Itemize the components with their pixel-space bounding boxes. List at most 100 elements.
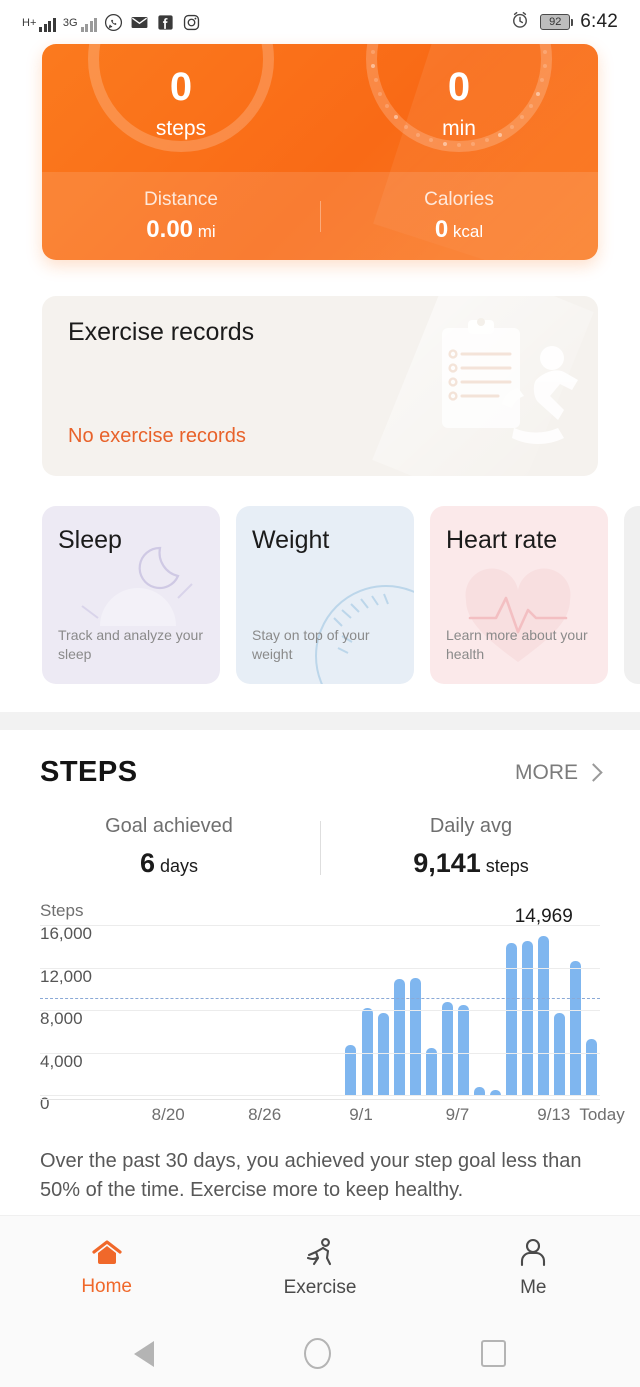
chart-x-tick-label: 9/7	[445, 1105, 470, 1124]
daily-activity-card[interactable]: 0 steps 0 min Distance 0.00 mi Calories …	[42, 44, 598, 260]
chart-x-tick-label: 8/26	[248, 1105, 282, 1124]
feature-cards-row[interactable]: Sleep Track and analyze your sleep Weigh…	[0, 506, 640, 684]
home-circle-icon[interactable]	[304, 1338, 331, 1369]
status-bar-clock: 6:42	[580, 11, 618, 32]
chart-x-axis: 8/20 8/26 9/1 9/7 9/13 Today	[40, 1099, 625, 1131]
hero-metrics-row: Distance 0.00 mi Calories 0 kcal	[42, 172, 598, 260]
daily-avg-value-row: 9,141 steps	[320, 848, 622, 879]
chart-bar[interactable]	[377, 1013, 389, 1095]
chart-x-tick-label: 9/1	[349, 1105, 373, 1124]
goal-achieved-value: 6	[139, 848, 155, 878]
chart-bar[interactable]	[425, 1048, 437, 1095]
daily-avg-stat: Daily avg 9,141 steps	[320, 815, 622, 879]
chart-bar[interactable]	[409, 978, 421, 1095]
goal-achieved-value-row: 6 days	[18, 848, 320, 879]
steps-header: STEPS MORE	[0, 756, 640, 789]
chart-bar[interactable]	[441, 1001, 453, 1095]
steps-summary-text: Over the past 30 days, you achieved your…	[40, 1150, 582, 1201]
tab-home[interactable]: Home	[0, 1238, 213, 1298]
chart-plot-area: 14,969 16,000 12,000 8,000 4,000 0	[40, 906, 600, 1113]
exercise-records-empty-text: No exercise records	[68, 425, 246, 447]
feature-card-title: Sleep	[58, 526, 122, 554]
steps-value: 0	[169, 65, 193, 109]
chart-bar[interactable]	[554, 1013, 566, 1095]
feature-card-weight[interactable]: Weight Stay on top of your weight	[236, 506, 414, 684]
chart-bar[interactable]	[393, 979, 405, 1095]
daily-avg-unit: steps	[485, 856, 529, 876]
steps-chart[interactable]: Steps 14,969 16,000 12,000 8,000 4,000 0 8/2…	[0, 901, 640, 1131]
runner-icon	[306, 1238, 332, 1266]
feature-card-sleep[interactable]: Sleep Track and analyze your sleep	[42, 506, 220, 684]
tab-exercise[interactable]: Exercise	[213, 1237, 426, 1299]
email-icon	[130, 13, 149, 32]
calories-value: 0	[434, 215, 449, 243]
android-nav-bar	[0, 1320, 640, 1387]
whatsapp-icon	[104, 13, 123, 32]
bottom-tab-bar: Home Exercise Me	[0, 1215, 640, 1320]
steps-stats-row: Goal achieved 6 days Daily avg 9,141 ste…	[0, 815, 640, 879]
steps-more-button[interactable]: MORE	[515, 760, 603, 785]
steps-title: STEPS	[40, 756, 138, 788]
chart-bar[interactable]	[570, 961, 582, 1095]
distance-metric[interactable]: Distance 0.00 mi	[42, 189, 320, 244]
more-label: MORE	[515, 760, 578, 784]
chart-bar[interactable]	[457, 1004, 469, 1095]
clipboard-runner-icon	[442, 318, 578, 444]
steps-section: STEPS MORE Goal achieved 6 days Daily av…	[0, 730, 640, 1205]
active-min-unit: min	[442, 117, 476, 140]
chart-y-tick-label: 16,000	[40, 924, 92, 943]
chart-x-tick-label: 9/13	[537, 1105, 571, 1124]
goal-achieved-stat: Goal achieved 6 days	[18, 815, 320, 879]
chart-gridline	[40, 925, 600, 926]
chart-bar[interactable]	[474, 1086, 485, 1095]
axis-baseline	[40, 1099, 600, 1100]
tab-me[interactable]: Me	[427, 1237, 640, 1299]
chart-gridline	[40, 1052, 600, 1054]
feature-card-next-partial[interactable]	[624, 506, 640, 684]
calories-value-row: 0 kcal	[320, 216, 598, 244]
active-min-ring-group[interactable]: 0 min	[320, 44, 598, 186]
distance-value-row: 0.00 mi	[42, 216, 320, 244]
chart-x-tick-label: 8/20	[151, 1105, 185, 1124]
chart-y-tick-label: 8,000	[40, 1009, 83, 1028]
back-triangle-icon[interactable]	[134, 1340, 154, 1367]
activity-rings: 0 steps 0 min	[42, 44, 598, 186]
steps-ring-group[interactable]: 0 steps	[42, 44, 320, 186]
distance-label: Distance	[144, 188, 218, 210]
status-bar-left: H+ 3G	[22, 13, 510, 32]
chart-goal-line	[40, 997, 600, 999]
chart-gridline	[40, 1095, 600, 1096]
exercise-records-card[interactable]: Exercise records No exercise records	[42, 296, 598, 476]
daily-avg-label: Daily avg	[429, 815, 513, 837]
chart-x-tick-label: Today	[579, 1105, 625, 1124]
exercise-records-title: Exercise records	[68, 318, 255, 346]
alarm-icon	[510, 10, 530, 35]
chart-bar[interactable]	[506, 943, 518, 1095]
calories-unit: kcal	[452, 221, 484, 241]
goal-achieved-label: Goal achieved	[105, 815, 233, 837]
calories-metric[interactable]: Calories 0 kcal	[320, 189, 598, 244]
network-type-2-label: 3G	[62, 16, 78, 29]
section-divider	[0, 712, 640, 730]
distance-unit: mi	[197, 221, 216, 241]
chart-y-tick-label: 4,000	[40, 1051, 83, 1071]
feature-card-title: Weight	[252, 526, 330, 554]
chart-bar[interactable]	[538, 935, 550, 1095]
chart-gridline	[40, 967, 600, 969]
signal-bars-2-icon	[80, 16, 98, 32]
steps-ring-text: 0 steps	[156, 44, 206, 141]
person-icon	[521, 1238, 546, 1267]
feature-card-title: Heart rate	[446, 526, 558, 554]
tab-home-label: Home	[81, 1276, 132, 1297]
chevron-right-icon	[584, 763, 603, 782]
steps-unit: steps	[155, 117, 207, 140]
feature-card-desc: Stay on top of your weight	[252, 627, 370, 663]
chart-bar[interactable]	[361, 1007, 373, 1095]
status-bar: H+ 3G 92 6:42	[0, 0, 640, 44]
status-bar-right: 92 6:42	[510, 10, 618, 35]
active-min-ring-text: 0 min	[442, 44, 476, 141]
chart-bar[interactable]	[522, 940, 534, 1095]
feature-card-heart-rate[interactable]: Heart rate Learn more about your health	[430, 506, 608, 684]
chart-bar[interactable]	[586, 1038, 598, 1095]
recents-square-icon[interactable]	[481, 1340, 506, 1367]
